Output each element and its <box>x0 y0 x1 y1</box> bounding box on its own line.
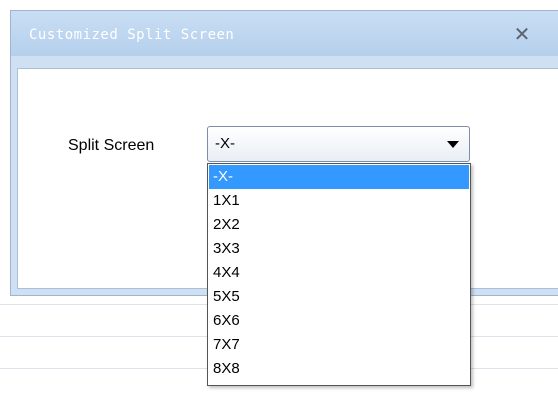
dialog-titlebar[interactable]: Customized Split Screen ✕ <box>11 11 558 56</box>
dialog-title: Customized Split Screen <box>29 27 235 43</box>
dropdown-option[interactable]: 6X6 <box>209 309 469 333</box>
dropdown-option[interactable]: 2X2 <box>209 213 469 237</box>
dropdown-option[interactable]: 4X4 <box>209 261 469 285</box>
dropdown-option[interactable]: 3X3 <box>209 237 469 261</box>
split-screen-dropdown: -X- 1X1 2X2 3X3 4X4 5X5 6X6 7X7 8X8 <box>207 163 471 386</box>
dropdown-option[interactable]: -X- <box>209 165 469 189</box>
dropdown-option[interactable]: 8X8 <box>209 357 469 381</box>
dropdown-option[interactable]: 7X7 <box>209 333 469 357</box>
split-screen-select[interactable]: -X- <box>207 126 470 162</box>
dropdown-option[interactable]: 1X1 <box>209 189 469 213</box>
dropdown-option[interactable]: 5X5 <box>209 285 469 309</box>
split-screen-label: Split Screen <box>68 137 155 154</box>
chevron-down-icon[interactable] <box>447 141 459 148</box>
close-icon[interactable]: ✕ <box>511 24 533 44</box>
select-value: -X- <box>215 135 235 152</box>
